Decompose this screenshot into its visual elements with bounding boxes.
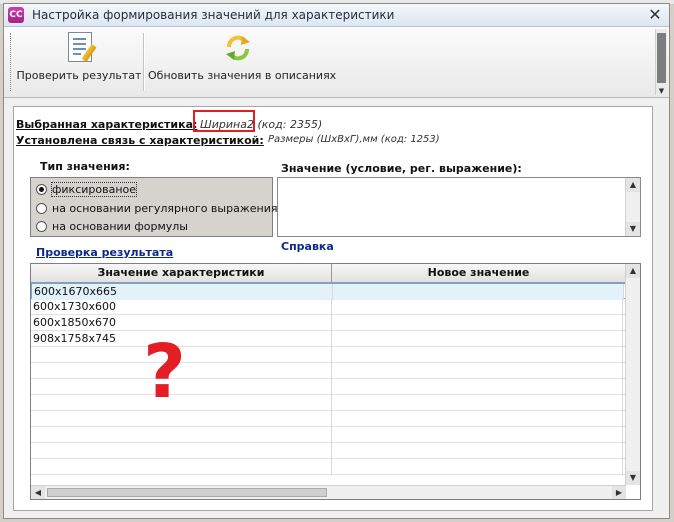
table-cell[interactable]: [333, 284, 624, 300]
radio-regex[interactable]: на основании регулярного выражения: [36, 200, 277, 216]
grid-header: Значение характеристики Новое значение: [31, 264, 626, 283]
grid-body: 600x1670x665 600x1730x600 600x1850x670 9…: [31, 283, 626, 485]
scroll-up-icon[interactable]: ▲: [626, 264, 640, 278]
scroll-down-icon[interactable]: ▼: [626, 471, 640, 485]
table-row: [31, 347, 626, 363]
table-row[interactable]: 600x1850x670: [31, 315, 626, 331]
refresh-values-button[interactable]: Обновить значения в описаниях: [148, 30, 337, 94]
table-cell[interactable]: [332, 299, 623, 315]
toolbar: Проверить результат Обновить значения в …: [4, 27, 669, 98]
radio-fixed-label: фиксированое: [50, 181, 138, 197]
radio-unselected-icon: [36, 202, 47, 214]
app-icon: СС: [8, 7, 24, 23]
linked-characteristic-label: Установлена связь с характеристикой:: [16, 134, 264, 147]
title-bar: СС Настройка формирования значений для х…: [4, 4, 669, 27]
refresh-icon: [226, 35, 250, 61]
selected-characteristic-label: Выбранная характеристика:: [16, 118, 198, 131]
column-header-new-value[interactable]: Новое значение: [332, 264, 626, 282]
value-type-group: фиксированое на основании регулярного вы…: [30, 177, 277, 237]
table-row: [31, 379, 626, 395]
table-row[interactable]: 600x1730x600: [31, 299, 626, 315]
radio-unselected-icon: [36, 220, 47, 232]
table-row[interactable]: 600x1670x665: [31, 283, 626, 300]
scroll-down-icon[interactable]: ▼: [626, 222, 640, 236]
check-result-link[interactable]: Проверка результата: [36, 246, 173, 259]
radio-fixed[interactable]: фиксированое: [36, 181, 138, 197]
toolbar-scroll-thumb[interactable]: [657, 33, 666, 83]
grid-vertical-scrollbar[interactable]: ▲ ▼: [625, 264, 640, 485]
table-row: [31, 395, 626, 411]
value-input-label: Значение (условие, рег. выражение):: [281, 162, 522, 175]
chevron-down-icon[interactable]: ▼: [656, 87, 667, 95]
toolbar-scrollbar[interactable]: ▼: [655, 29, 667, 95]
table-row: [31, 427, 626, 443]
table-row[interactable]: 908x1758x745: [31, 331, 626, 347]
radio-formula-label: на основании формулы: [52, 219, 188, 233]
column-header-value[interactable]: Значение характеристики: [31, 264, 332, 282]
value-type-label: Тип значения:: [40, 160, 130, 173]
toolbar-grip: [10, 33, 14, 91]
table-row: [31, 443, 626, 459]
toolbar-separator: [143, 33, 145, 91]
radio-selected-icon: [36, 183, 47, 195]
table-cell[interactable]: [332, 331, 623, 347]
window-title: Настройка формирования значений для хара…: [32, 8, 395, 22]
close-icon[interactable]: ✕: [647, 7, 663, 23]
refresh-values-label: Обновить значения в описаниях: [148, 69, 337, 82]
scroll-left-icon[interactable]: ◀: [31, 486, 45, 499]
check-result-label: Проверить результат: [16, 69, 142, 82]
annotation-highlight-box: [193, 110, 255, 132]
value-input[interactable]: ▲ ▼: [277, 177, 641, 237]
result-grid: Значение характеристики Новое значение 6…: [30, 263, 641, 500]
grid-horizontal-scrollbar[interactable]: ◀ ▶: [31, 485, 626, 499]
radio-formula[interactable]: на основании формулы: [36, 218, 188, 234]
value-input-scrollbar[interactable]: ▲ ▼: [625, 178, 640, 236]
table-cell[interactable]: [332, 315, 623, 331]
table-row: [31, 411, 626, 427]
table-row: [31, 459, 626, 475]
radio-regex-label: на основании регулярного выражения: [52, 201, 278, 215]
question-mark-annotation: ?: [143, 329, 186, 415]
scroll-up-icon[interactable]: ▲: [626, 178, 640, 192]
help-link[interactable]: Справка: [281, 240, 334, 253]
check-result-button[interactable]: Проверить результат: [16, 30, 142, 94]
table-row: [31, 363, 626, 379]
scroll-right-icon[interactable]: ▶: [612, 486, 626, 499]
table-cell[interactable]: 600x1730x600: [31, 299, 332, 315]
linked-characteristic-value: Размеры (ШхВхГ),мм (код: 1253): [268, 134, 440, 145]
grid-hscroll-thumb[interactable]: [47, 488, 327, 497]
table-cell[interactable]: 600x1670x665: [32, 284, 333, 300]
